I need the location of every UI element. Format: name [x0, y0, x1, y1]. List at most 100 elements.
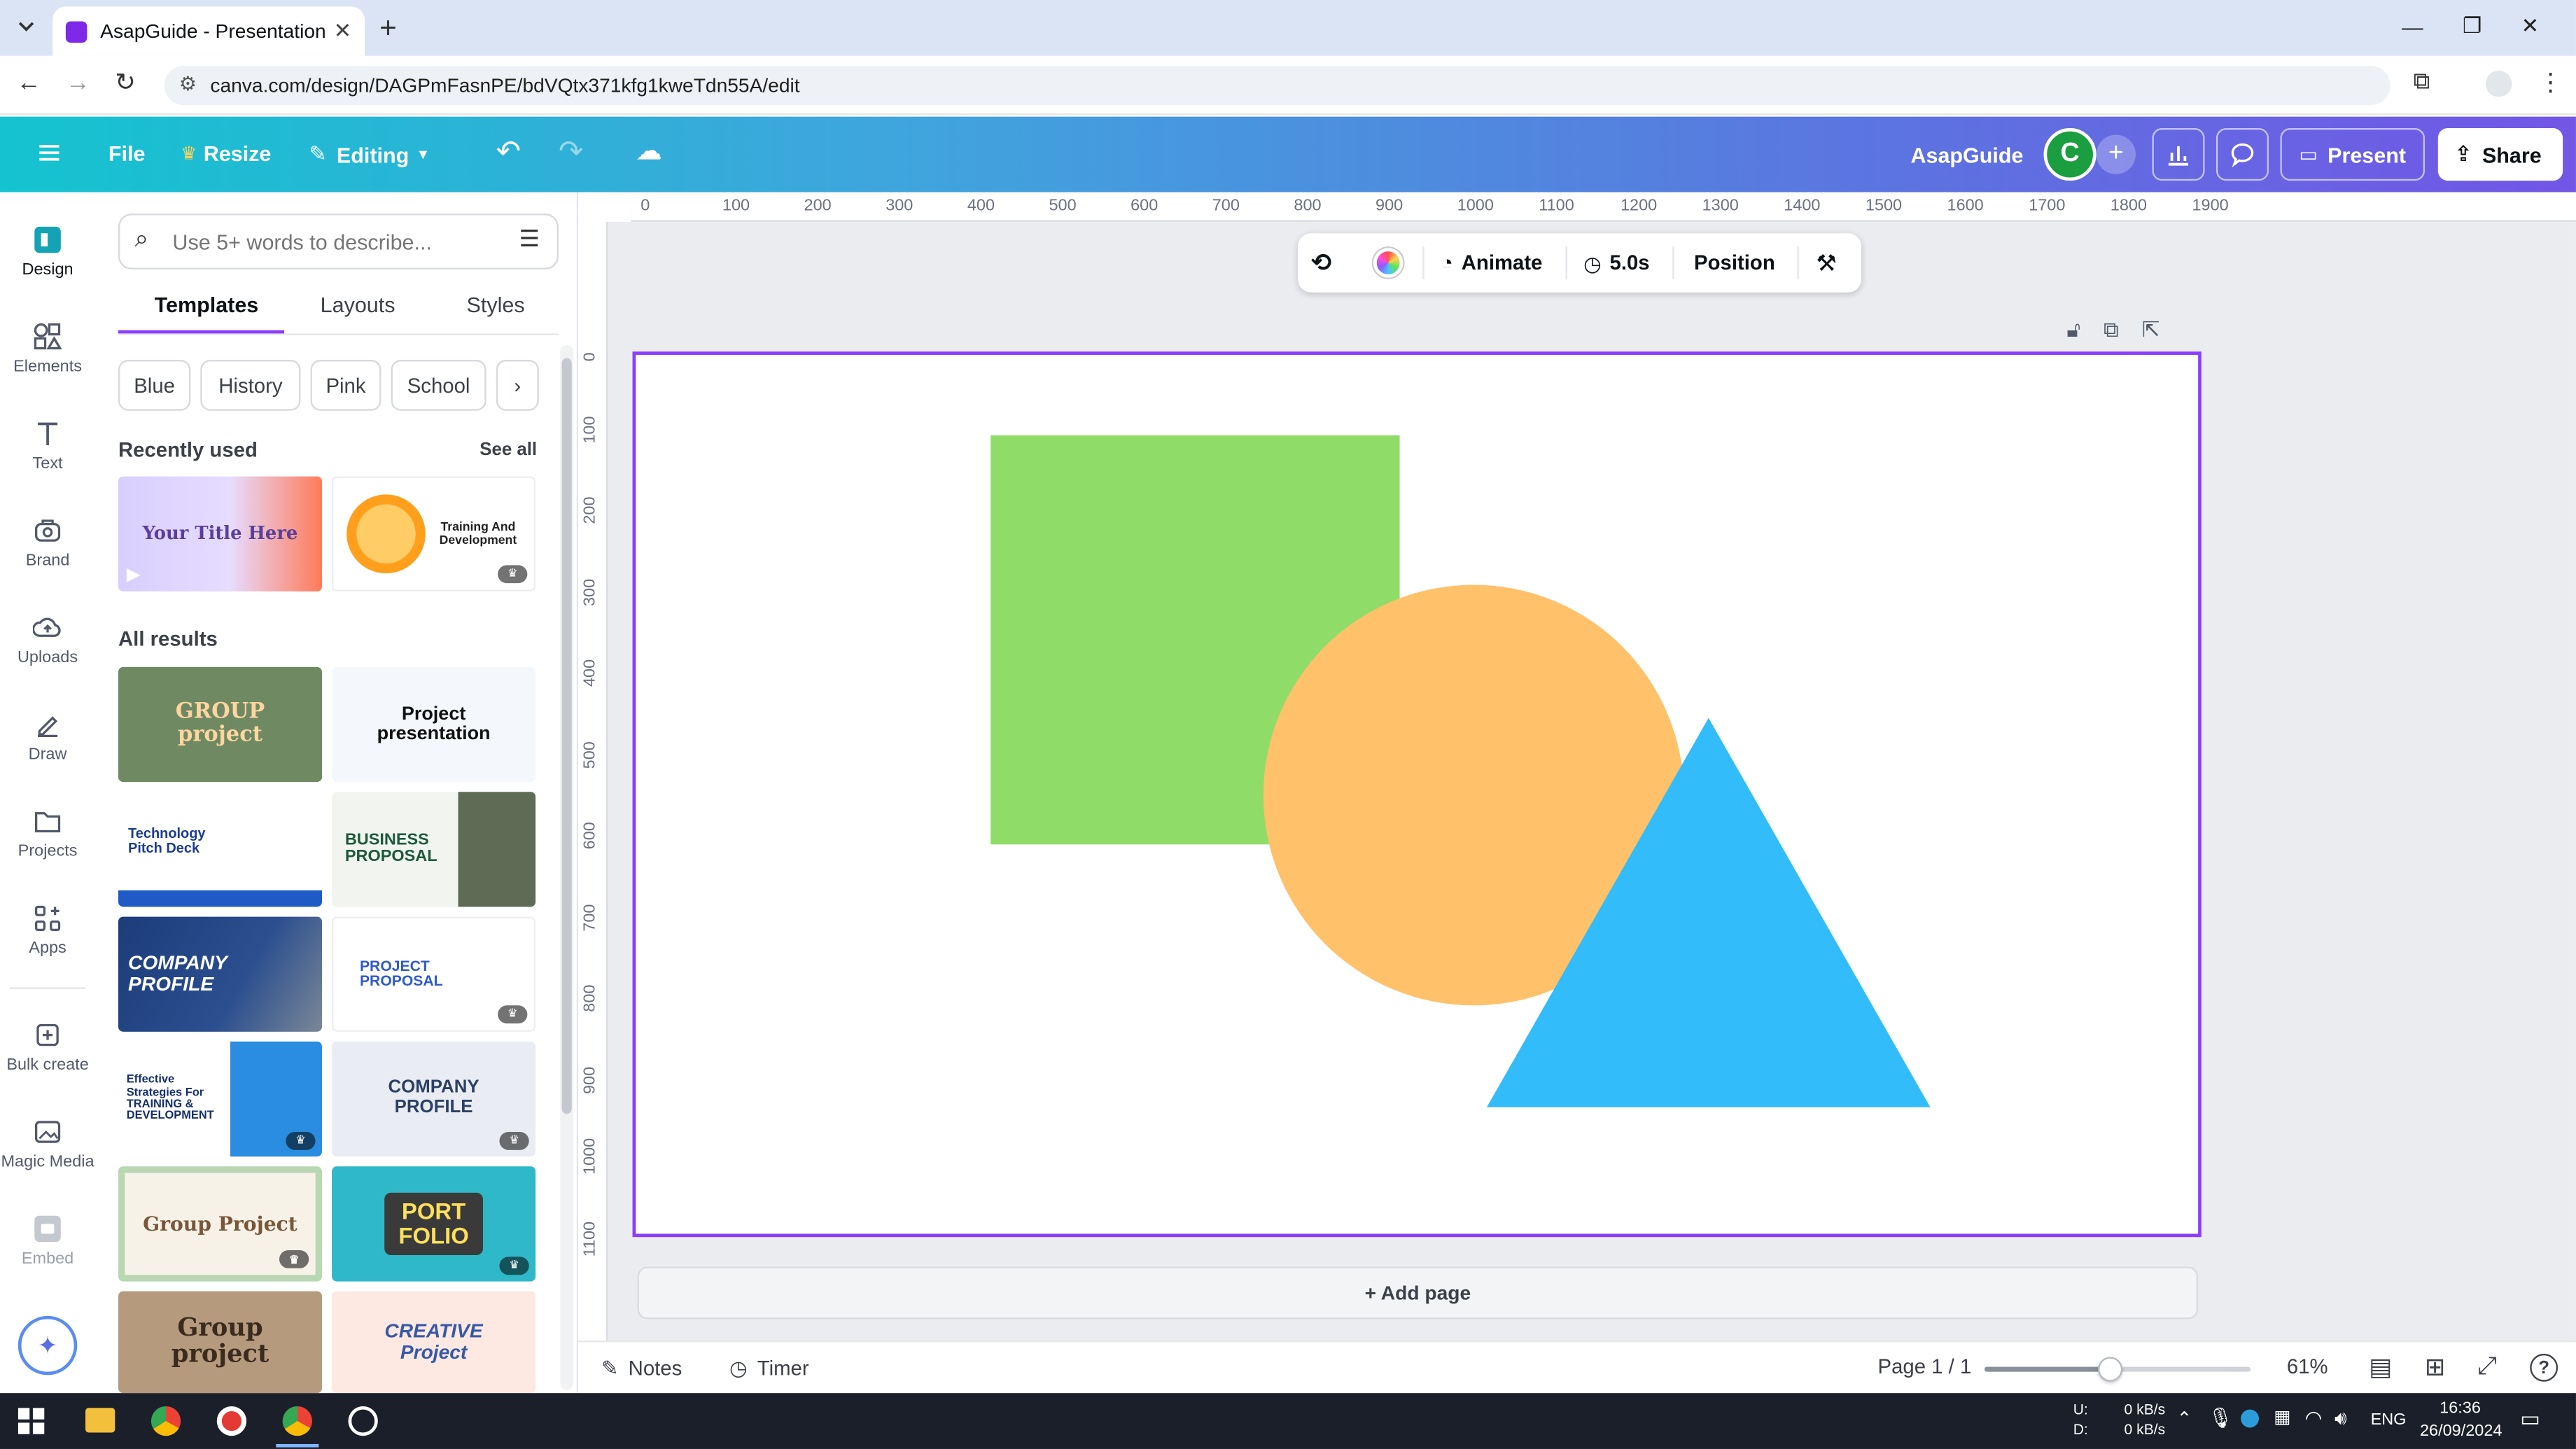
user-avatar[interactable]: C: [2043, 128, 2096, 181]
profile-icon[interactable]: [2485, 70, 2512, 97]
copy-style-paint-roller-icon[interactable]: ⚒: [1816, 249, 1836, 277]
project-name[interactable]: AsapGuide: [1910, 143, 2023, 167]
wifi-icon[interactable]: ◠: [2305, 1406, 2323, 1429]
rail-item-projects[interactable]: Projects: [0, 806, 95, 861]
template-thumb[interactable]: Project presentation: [332, 666, 536, 783]
restore-icon[interactable]: ❐: [2463, 13, 2482, 40]
tab-styles[interactable]: Styles: [467, 293, 525, 317]
chrome-active-icon[interactable]: [282, 1406, 312, 1436]
tab-templates[interactable]: Templates: [155, 293, 259, 317]
page-view-icon[interactable]: ▤: [2369, 1352, 2392, 1382]
filter-chip-pink[interactable]: Pink: [310, 359, 382, 411]
close-window-icon[interactable]: ✕: [2521, 13, 2540, 40]
app-icon[interactable]: [348, 1406, 378, 1436]
template-thumb[interactable]: Technology Pitch Deck: [118, 792, 322, 907]
animate-button[interactable]: ◔ Animate: [1441, 251, 1542, 274]
search-input[interactable]: [172, 229, 501, 254]
panel-scrollbar[interactable]: [560, 344, 574, 1390]
site-info-icon[interactable]: ⚙: [179, 72, 197, 95]
page-indicator[interactable]: Page 1 / 1: [1878, 1355, 1972, 1378]
tray-chevron-icon[interactable]: ⌃: [2177, 1408, 2192, 1429]
filter-chip-history[interactable]: History: [200, 359, 301, 411]
rail-item-elements[interactable]: Elements: [0, 322, 95, 376]
file-explorer-icon[interactable]: [85, 1408, 115, 1433]
template-thumb[interactable]: GROUP project: [118, 666, 322, 783]
filter-chip-school[interactable]: School: [391, 359, 486, 411]
duration-button[interactable]: ◷ 5.0s: [1583, 251, 1649, 275]
rail-item-design[interactable]: Design: [0, 225, 95, 279]
panel-scrollbar-thumb[interactable]: [561, 358, 572, 1114]
resize-button[interactable]: ♛ Resize: [181, 141, 271, 166]
rail-item-text[interactable]: Text: [0, 419, 95, 473]
forward-icon[interactable]: →: [66, 69, 90, 97]
file-menu-button[interactable]: File: [108, 141, 146, 166]
main-menu-icon[interactable]: [36, 139, 63, 166]
tab-layouts[interactable]: Layouts: [321, 293, 396, 317]
template-search-field[interactable]: ⌕ ☰: [118, 214, 559, 270]
editing-mode-button[interactable]: ✎ Editing ▾: [309, 141, 427, 168]
template-thumb[interactable]: Group Project ♛: [118, 1166, 322, 1282]
template-thumb[interactable]: PROJECT PROPOSAL ♛: [332, 916, 536, 1032]
rail-item-bulk-create[interactable]: Bulk create: [0, 1020, 95, 1074]
filter-chip-blue[interactable]: Blue: [118, 359, 191, 411]
new-tab-button[interactable]: +: [379, 11, 397, 46]
template-thumb[interactable]: COMPANY PROFILE ♛: [332, 1041, 536, 1157]
zoom-slider[interactable]: [1984, 1357, 2251, 1382]
comments-icon[interactable]: [2216, 128, 2269, 181]
template-thumb[interactable]: Group project: [118, 1291, 322, 1394]
add-page-button[interactable]: + Add page: [637, 1266, 2199, 1320]
extensions-icon[interactable]: ⧉: [2414, 67, 2430, 95]
reload-icon[interactable]: ↻: [115, 67, 136, 97]
timer-button[interactable]: ◷ Timer: [729, 1355, 809, 1380]
address-field[interactable]: ⚙ canva.com/design/DAGPmFasnPE/bdVQtx371…: [164, 65, 2390, 106]
help-icon[interactable]: ?: [2530, 1353, 2558, 1382]
fullscreen-icon[interactable]: ⤢: [2477, 1352, 2497, 1380]
rail-item-apps[interactable]: Apps: [0, 904, 95, 958]
undo-icon[interactable]: ↶: [496, 134, 521, 169]
template-thumb[interactable]: PORT FOLIO ♛: [332, 1166, 536, 1282]
template-thumb[interactable]: BUSINESS PROPOSAL: [332, 792, 536, 907]
insights-chart-icon[interactable]: [2152, 128, 2205, 181]
duplicate-page-icon[interactable]: ⧉: [2104, 317, 2119, 344]
notes-button[interactable]: ✎ Notes: [601, 1355, 682, 1380]
design-canvas[interactable]: [632, 351, 2202, 1238]
recent-template-thumb[interactable]: Training And Development ♛: [332, 476, 536, 592]
browser-tab-active[interactable]: AsapGuide - Presentation ✕: [52, 6, 365, 56]
rail-item-magic-media[interactable]: Magic Media: [0, 1117, 95, 1171]
recorder-app-icon[interactable]: [216, 1406, 247, 1436]
windows-start-icon[interactable]: [18, 1408, 45, 1434]
recent-template-thumb[interactable]: Your Title Here ▶: [118, 476, 322, 592]
clock-time[interactable]: 16:36: [2440, 1400, 2481, 1418]
close-tab-icon[interactable]: ✕: [334, 18, 352, 45]
see-all-link[interactable]: See all: [479, 440, 537, 460]
microphone-icon[interactable]: 🎙︎: [2208, 1406, 2233, 1429]
share-button[interactable]: ⇪ Share: [2437, 128, 2563, 181]
template-thumb[interactable]: Effective Strategies For TRAINING & DEVE…: [118, 1041, 322, 1157]
chrome-icon[interactable]: [150, 1406, 181, 1436]
redo-icon[interactable]: ↷: [559, 134, 583, 169]
magic-assistant-button[interactable]: ✦: [18, 1315, 78, 1376]
volume-icon[interactable]: 🔊︎: [2334, 1406, 2347, 1431]
color-picker-button[interactable]: [1373, 248, 1404, 278]
zoom-slider-knob[interactable]: [2098, 1357, 2123, 1382]
add-collaborator-icon[interactable]: +: [2096, 134, 2136, 174]
replace-icon[interactable]: ⟲: [1311, 248, 1354, 278]
rail-item-draw[interactable]: Draw: [0, 710, 95, 764]
cloud-save-icon[interactable]: ☁: [636, 134, 662, 167]
back-icon[interactable]: ←: [16, 69, 41, 97]
present-button[interactable]: ▭ Present: [2280, 128, 2426, 181]
clock-date[interactable]: 26/09/2024: [2420, 1422, 2502, 1441]
position-button[interactable]: Position: [1694, 251, 1775, 274]
zoom-percent[interactable]: 61%: [2287, 1355, 2328, 1378]
grid-view-icon[interactable]: ⊞: [2425, 1352, 2446, 1382]
chips-scroll-right[interactable]: ›: [496, 359, 539, 411]
filter-sliders-icon[interactable]: ☰: [519, 225, 540, 253]
tray-app-icon[interactable]: [2241, 1409, 2259, 1428]
language-indicator[interactable]: ENG: [2371, 1411, 2407, 1429]
rail-item-uploads[interactable]: Uploads: [0, 612, 95, 667]
browser-menu-icon[interactable]: ⋮: [2538, 67, 2563, 97]
template-thumb[interactable]: COMPANY PROFILE: [118, 916, 322, 1032]
tab-list-dropdown[interactable]: [13, 13, 40, 40]
add-page-icon[interactable]: ⇱: [2142, 317, 2160, 344]
template-thumb[interactable]: CREATIVE Project: [332, 1291, 536, 1394]
